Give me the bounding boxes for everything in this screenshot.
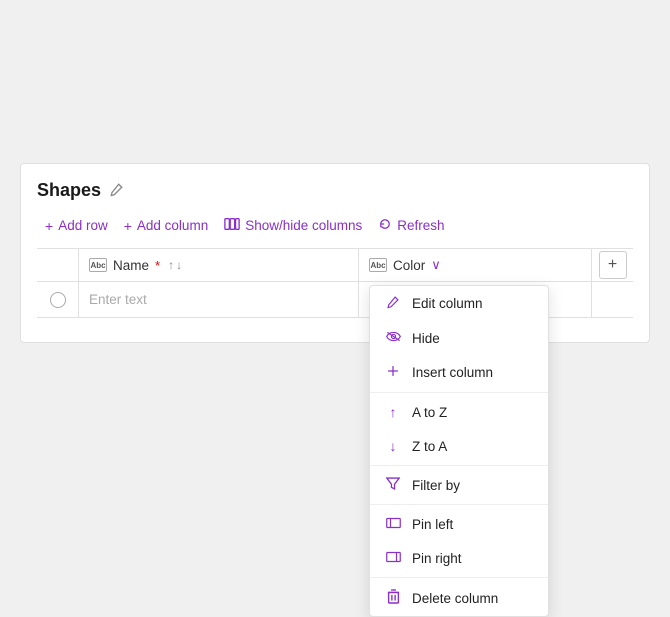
chevron-down-icon[interactable]: ∨ bbox=[431, 257, 441, 273]
panel-title: Shapes bbox=[37, 180, 101, 201]
menu-insert-column-label: Insert column bbox=[412, 365, 493, 380]
sort-icons: ↑ ↓ bbox=[168, 258, 182, 272]
toolbar: + Add row + Add column Show/hide columns bbox=[37, 213, 633, 249]
menu-z-to-a-label: Z to A bbox=[412, 439, 447, 454]
row-checkbox-cell bbox=[37, 282, 79, 317]
add-column-button[interactable]: + Add column bbox=[116, 214, 216, 238]
menu-filter-by-label: Filter by bbox=[412, 478, 460, 493]
pin-right-icon bbox=[384, 550, 402, 566]
menu-item-hide[interactable]: Hide bbox=[370, 321, 548, 355]
grid-header: Abc Name * ↑ ↓ Abc Color ∨ Edit c bbox=[37, 249, 633, 282]
column-color-label: Color bbox=[393, 258, 425, 273]
menu-item-delete-column[interactable]: Delete column bbox=[370, 580, 548, 616]
pencil-icon bbox=[384, 295, 402, 312]
refresh-icon bbox=[378, 217, 392, 234]
menu-pin-left-label: Pin left bbox=[412, 517, 453, 532]
row-name-cell[interactable]: Enter text bbox=[79, 282, 359, 317]
column-name-label: Name bbox=[113, 258, 149, 273]
menu-item-filter-by[interactable]: Filter by bbox=[370, 468, 548, 502]
menu-item-a-to-z[interactable]: ↑ A to Z bbox=[370, 395, 548, 429]
menu-delete-column-label: Delete column bbox=[412, 591, 498, 606]
refresh-button[interactable]: Refresh bbox=[370, 213, 452, 238]
menu-item-pin-left[interactable]: Pin left bbox=[370, 507, 548, 541]
shapes-panel: Shapes + Add row + Add column Show/hi bbox=[20, 163, 650, 343]
add-row-button[interactable]: + Add row bbox=[37, 214, 116, 238]
menu-separator-2 bbox=[370, 465, 548, 466]
row-radio[interactable] bbox=[50, 292, 66, 308]
show-hide-columns-button[interactable]: Show/hide columns bbox=[216, 213, 370, 238]
menu-edit-column-label: Edit column bbox=[412, 296, 483, 311]
pin-left-icon bbox=[384, 516, 402, 532]
menu-item-pin-right[interactable]: Pin right bbox=[370, 541, 548, 575]
name-placeholder: Enter text bbox=[89, 292, 147, 307]
arrow-down-icon: ↓ bbox=[384, 438, 402, 454]
edit-icon[interactable] bbox=[109, 182, 124, 200]
sort-desc-icon[interactable]: ↓ bbox=[176, 258, 182, 272]
column-type-icon-color: Abc bbox=[369, 258, 387, 272]
sort-asc-icon[interactable]: ↑ bbox=[168, 258, 174, 272]
column-header-name: Abc Name * ↑ ↓ bbox=[79, 249, 359, 281]
menu-hide-label: Hide bbox=[412, 331, 440, 346]
plus-icon: + bbox=[45, 218, 53, 234]
header-checkbox-cell bbox=[37, 249, 79, 281]
menu-a-to-z-label: A to Z bbox=[412, 405, 447, 420]
add-column-cell: + bbox=[591, 249, 633, 281]
menu-separator-3 bbox=[370, 504, 548, 505]
trash-icon bbox=[384, 589, 402, 607]
menu-item-edit-column[interactable]: Edit column bbox=[370, 286, 548, 321]
filter-icon bbox=[384, 477, 402, 493]
insert-plus-icon bbox=[384, 364, 402, 381]
eye-off-icon bbox=[384, 330, 402, 346]
columns-icon bbox=[224, 217, 240, 234]
column-header-color: Abc Color ∨ Edit column bbox=[359, 249, 591, 281]
column-dropdown-menu: Edit column Hide bbox=[369, 285, 549, 617]
menu-pin-right-label: Pin right bbox=[412, 551, 462, 566]
menu-separator-1 bbox=[370, 392, 548, 393]
column-type-icon: Abc bbox=[89, 258, 107, 272]
menu-item-insert-column[interactable]: Insert column bbox=[370, 355, 548, 390]
menu-item-z-to-a[interactable]: ↓ Z to A bbox=[370, 429, 548, 463]
plus-icon: + bbox=[124, 218, 132, 234]
panel-title-row: Shapes bbox=[37, 180, 633, 201]
arrow-up-icon: ↑ bbox=[384, 404, 402, 420]
required-star: * bbox=[155, 258, 160, 273]
row-add-cell bbox=[591, 282, 633, 317]
menu-separator-4 bbox=[370, 577, 548, 578]
add-column-button-grid[interactable]: + bbox=[599, 251, 627, 279]
